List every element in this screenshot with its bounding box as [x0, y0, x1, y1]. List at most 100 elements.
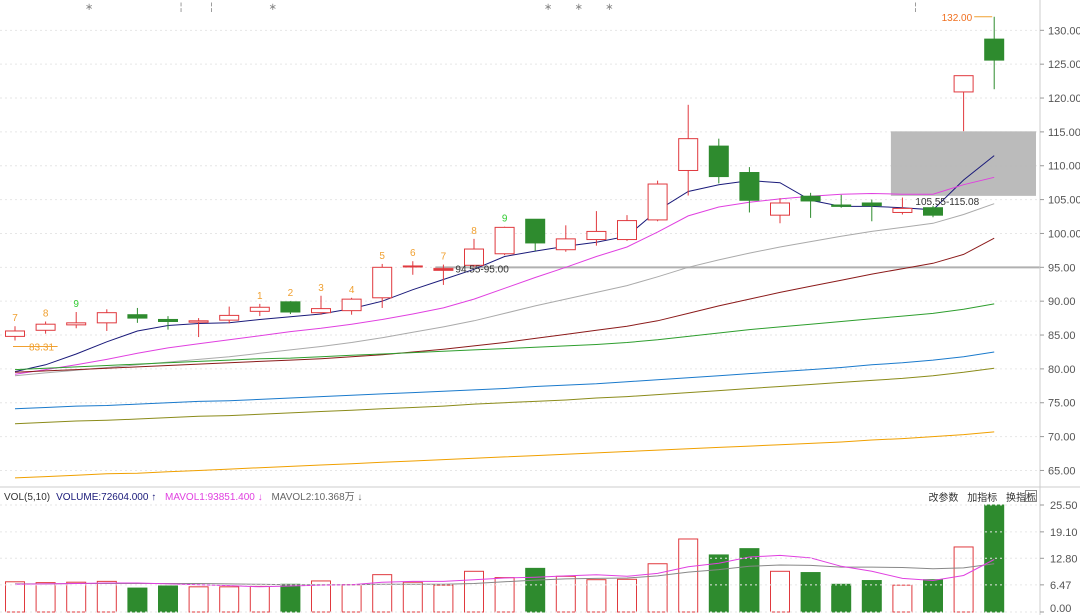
resistance-zone[interactable]: [890, 131, 1036, 196]
candle[interactable]: [647, 180, 668, 222]
candle-body[interactable]: [402, 265, 423, 268]
candle-body[interactable]: [372, 266, 393, 299]
close-icon[interactable]: ×: [1025, 490, 1037, 502]
volume-bar[interactable]: [678, 538, 699, 613]
candle-body[interactable]: [96, 312, 117, 324]
candle[interactable]: [494, 226, 515, 256]
candle[interactable]: [617, 215, 637, 241]
candle-body[interactable]: [188, 320, 209, 323]
candle-body[interactable]: [464, 248, 484, 266]
candle-body[interactable]: [586, 230, 607, 241]
volume-bar[interactable]: [464, 570, 484, 613]
candle-body[interactable]: [219, 314, 240, 321]
volume-bar[interactable]: [188, 586, 209, 613]
candle[interactable]: [66, 312, 87, 329]
candle-body[interactable]: [525, 218, 546, 244]
event-marker[interactable]: ∗: [544, 2, 552, 13]
volume-bar[interactable]: [494, 577, 515, 613]
edit-params-button[interactable]: 改参数: [928, 493, 958, 504]
event-marker[interactable]: ∗: [605, 2, 613, 13]
event-marker[interactable]: ¦: [180, 2, 183, 13]
candle-body[interactable]: [861, 202, 882, 207]
volume-bar[interactable]: [158, 585, 178, 613]
volume-bar[interactable]: [770, 570, 790, 613]
volume-bar[interactable]: [96, 580, 117, 613]
candle[interactable]: [5, 326, 25, 341]
candle[interactable]: [739, 167, 760, 213]
candle-body[interactable]: [678, 138, 699, 171]
candlestick-layer[interactable]: [5, 16, 1005, 341]
volume-bar[interactable]: [647, 563, 668, 613]
candle[interactable]: [35, 321, 56, 334]
candle[interactable]: [678, 104, 699, 196]
candle-body[interactable]: [923, 207, 943, 216]
event-marker[interactable]: ¦: [210, 2, 213, 13]
candle[interactable]: [158, 316, 178, 330]
candle[interactable]: [219, 306, 240, 324]
volume-bar[interactable]: [953, 546, 974, 613]
volume-bar[interactable]: [525, 567, 546, 613]
candle-body[interactable]: [617, 220, 637, 241]
volume-bar[interactable]: [280, 583, 301, 613]
candle[interactable]: [984, 16, 1005, 90]
candle[interactable]: [402, 261, 423, 275]
volume-bar[interactable]: [127, 587, 148, 613]
candle[interactable]: [953, 75, 974, 132]
volume-bar[interactable]: [249, 585, 270, 613]
event-marker[interactable]: ∗: [269, 2, 277, 13]
candle[interactable]: [708, 138, 729, 184]
candle-body[interactable]: [35, 323, 56, 331]
candle[interactable]: [311, 295, 331, 315]
candle[interactable]: [280, 301, 301, 315]
candle-body[interactable]: [647, 183, 668, 221]
candle-body[interactable]: [555, 238, 576, 251]
event-marker[interactable]: ∗: [575, 2, 583, 13]
volume-bar[interactable]: [800, 572, 821, 613]
candle[interactable]: [861, 199, 882, 222]
volume-bar[interactable]: [66, 581, 87, 613]
candle[interactable]: [96, 309, 117, 331]
candle-body[interactable]: [311, 308, 331, 314]
candle-body[interactable]: [494, 226, 515, 255]
candle[interactable]: [127, 307, 148, 323]
candle[interactable]: [892, 197, 913, 215]
candle-body[interactable]: [280, 301, 301, 313]
candle[interactable]: [555, 225, 576, 252]
volume-bar[interactable]: [5, 581, 25, 613]
volume-bar[interactable]: [831, 583, 852, 613]
candle-body[interactable]: [831, 204, 852, 207]
candle[interactable]: [770, 198, 790, 224]
candle-body[interactable]: [892, 207, 913, 213]
candle-body[interactable]: [953, 75, 974, 93]
candle-body[interactable]: [770, 202, 790, 216]
candle-body[interactable]: [739, 172, 760, 201]
candle-body[interactable]: [341, 298, 362, 312]
event-marker[interactable]: ∗: [85, 2, 93, 13]
volume-bar[interactable]: [219, 586, 240, 613]
volume-bar[interactable]: [35, 582, 56, 613]
candle-body[interactable]: [5, 330, 25, 337]
candle-body[interactable]: [800, 195, 821, 202]
volume-indicator-name[interactable]: VOL(5,10): [4, 492, 50, 503]
candle[interactable]: [249, 303, 270, 317]
candle-body[interactable]: [984, 38, 1005, 61]
event-marker[interactable]: ¦: [914, 2, 917, 13]
candle-body[interactable]: [433, 268, 454, 271]
candle-body[interactable]: [127, 314, 148, 319]
volume-bar[interactable]: [433, 584, 454, 613]
volume-bar[interactable]: [372, 574, 393, 613]
candle-body[interactable]: [66, 322, 87, 326]
candle-body[interactable]: [708, 145, 729, 178]
candle[interactable]: [525, 218, 546, 252]
candle[interactable]: [188, 318, 209, 338]
candle[interactable]: [341, 297, 362, 315]
candle-body[interactable]: [249, 306, 270, 312]
add-indicator-button[interactable]: 加指标: [967, 493, 997, 504]
candle-body[interactable]: [158, 318, 178, 322]
volume-bar[interactable]: [555, 575, 576, 613]
volume-bar[interactable]: [341, 584, 362, 613]
candle[interactable]: [464, 238, 484, 268]
volume-bar[interactable]: [892, 584, 913, 613]
candle[interactable]: [800, 192, 821, 218]
volume-bar[interactable]: [617, 578, 637, 613]
